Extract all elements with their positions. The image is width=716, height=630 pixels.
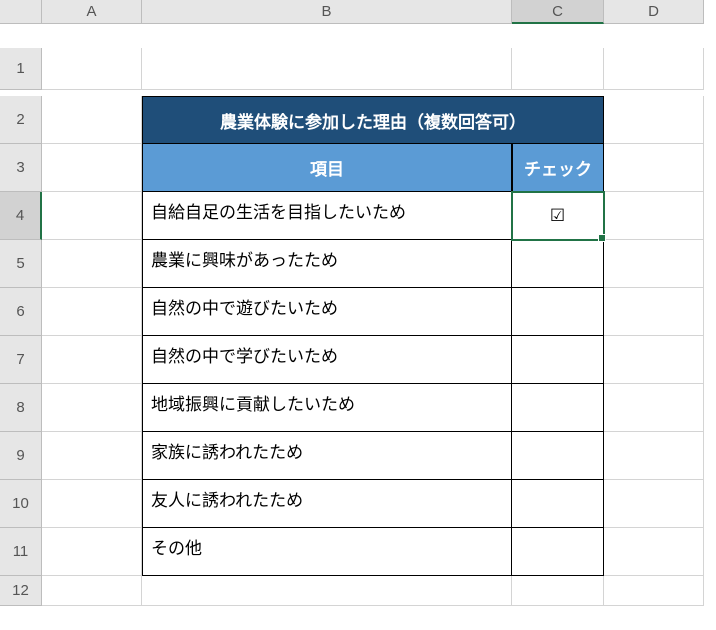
row-header-1[interactable]: 1 bbox=[0, 48, 42, 90]
cell-D10[interactable] bbox=[604, 480, 704, 528]
cell-D2[interactable] bbox=[604, 96, 704, 144]
row-header-10[interactable]: 10 bbox=[0, 480, 42, 528]
cell-B7[interactable]: 自然の中で学びたいため bbox=[142, 336, 512, 384]
cell-A1[interactable] bbox=[42, 48, 142, 90]
row-header-9[interactable]: 9 bbox=[0, 432, 42, 480]
corner-cell[interactable] bbox=[0, 0, 42, 24]
row-header-8[interactable]: 8 bbox=[0, 384, 42, 432]
cell-A4[interactable] bbox=[42, 192, 142, 240]
table-title[interactable]: 農業体験に参加した理由（複数回答可） bbox=[142, 96, 604, 144]
cell-C5[interactable] bbox=[512, 240, 604, 288]
cell-C8[interactable] bbox=[512, 384, 604, 432]
cell-D6[interactable] bbox=[604, 288, 704, 336]
row-header-2[interactable]: 2 bbox=[0, 96, 42, 144]
cell-D3[interactable] bbox=[604, 144, 704, 192]
cell-B11[interactable]: その他 bbox=[142, 528, 512, 576]
row-header-6[interactable]: 6 bbox=[0, 288, 42, 336]
cell-A7[interactable] bbox=[42, 336, 142, 384]
cell-A5[interactable] bbox=[42, 240, 142, 288]
row-header-3[interactable]: 3 bbox=[0, 144, 42, 192]
cell-A11[interactable] bbox=[42, 528, 142, 576]
cell-C4[interactable]: ☑ bbox=[512, 192, 604, 240]
cell-B6[interactable]: 自然の中で遊びたいため bbox=[142, 288, 512, 336]
spreadsheet-grid: A B C D 1 2 農業体験に参加した理由（複数回答可） 3 項目 チェック… bbox=[0, 0, 716, 624]
cell-D5[interactable] bbox=[604, 240, 704, 288]
cell-D12[interactable] bbox=[604, 576, 704, 606]
col-header-D[interactable]: D bbox=[604, 0, 704, 24]
cell-D1[interactable] bbox=[604, 48, 704, 90]
cell-D11[interactable] bbox=[604, 528, 704, 576]
cell-C10[interactable] bbox=[512, 480, 604, 528]
cell-B8[interactable]: 地域振興に貢献したいため bbox=[142, 384, 512, 432]
cell-A3[interactable] bbox=[42, 144, 142, 192]
row-header-7[interactable]: 7 bbox=[0, 336, 42, 384]
cell-A12[interactable] bbox=[42, 576, 142, 606]
cell-C1[interactable] bbox=[512, 48, 604, 90]
col-header-A[interactable]: A bbox=[42, 0, 142, 24]
col-header-B[interactable]: B bbox=[142, 0, 512, 24]
cell-C11[interactable] bbox=[512, 528, 604, 576]
header-check[interactable]: チェック bbox=[512, 144, 604, 192]
cell-B4[interactable]: 自給自足の生活を目指したいため bbox=[142, 192, 512, 240]
cell-A6[interactable] bbox=[42, 288, 142, 336]
row-header-5[interactable]: 5 bbox=[0, 240, 42, 288]
cell-A8[interactable] bbox=[42, 384, 142, 432]
cell-D8[interactable] bbox=[604, 384, 704, 432]
header-item[interactable]: 項目 bbox=[142, 144, 512, 192]
cell-B12[interactable] bbox=[142, 576, 512, 606]
cell-D7[interactable] bbox=[604, 336, 704, 384]
cell-C9[interactable] bbox=[512, 432, 604, 480]
cell-C7[interactable] bbox=[512, 336, 604, 384]
cell-D4[interactable] bbox=[604, 192, 704, 240]
cell-A10[interactable] bbox=[42, 480, 142, 528]
cell-B9[interactable]: 家族に誘われたため bbox=[142, 432, 512, 480]
col-header-C[interactable]: C bbox=[512, 0, 604, 24]
cell-B5[interactable]: 農業に興味があったため bbox=[142, 240, 512, 288]
cell-B10[interactable]: 友人に誘われたため bbox=[142, 480, 512, 528]
cell-C6[interactable] bbox=[512, 288, 604, 336]
cell-A9[interactable] bbox=[42, 432, 142, 480]
cell-B1[interactable] bbox=[142, 48, 512, 90]
cell-D9[interactable] bbox=[604, 432, 704, 480]
cell-A2[interactable] bbox=[42, 96, 142, 144]
row-header-4[interactable]: 4 bbox=[0, 192, 42, 240]
row-header-11[interactable]: 11 bbox=[0, 528, 42, 576]
row-header-12[interactable]: 12 bbox=[0, 576, 42, 606]
cell-C12[interactable] bbox=[512, 576, 604, 606]
